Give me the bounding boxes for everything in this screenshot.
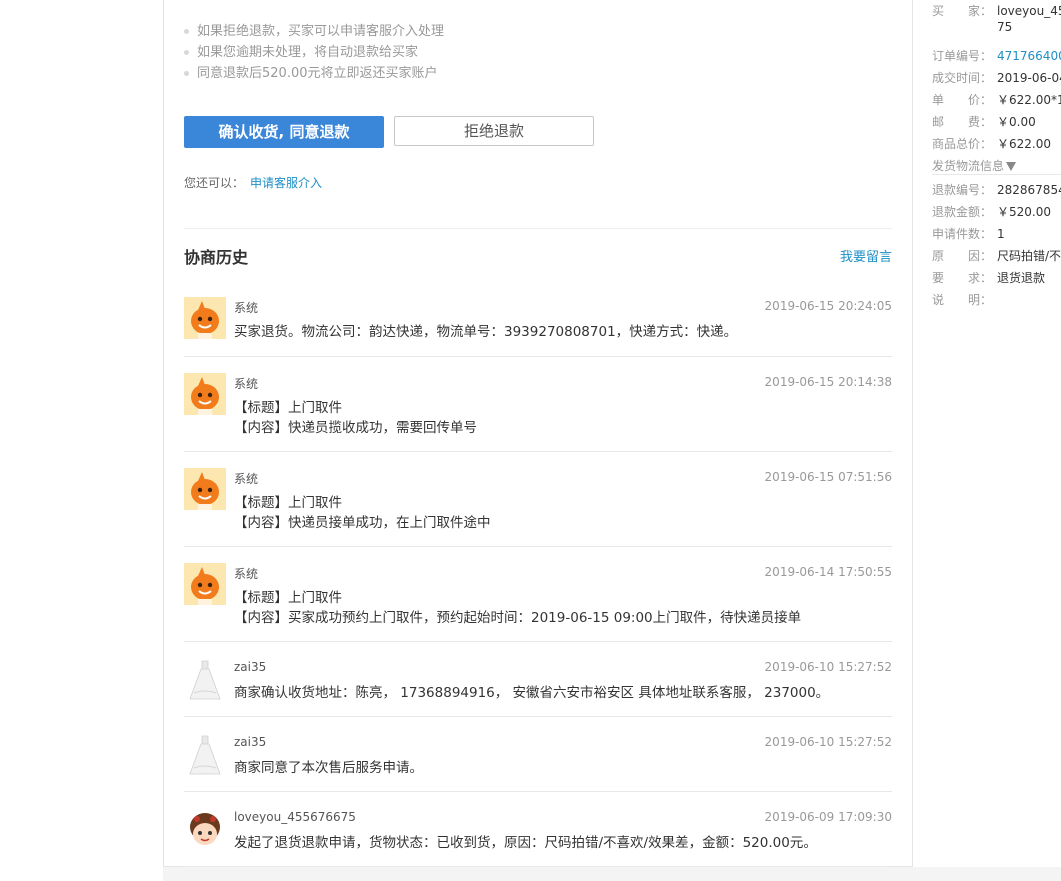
refund-tips-list: 如果拒绝退款，买家可以申请客服介入处理 如果您逾期未处理，将自动退款给买家 同意… [184, 21, 444, 84]
bullet-dot-icon [184, 50, 189, 55]
reject-refund-button[interactable]: 拒绝退款 [394, 116, 594, 146]
dress-avatar [184, 659, 226, 701]
tip-item: 如果拒绝退款，买家可以申请客服介入处理 [184, 21, 444, 42]
mascot-avatar [184, 373, 226, 415]
also-prefix: 您还可以： [184, 176, 245, 190]
buyer-value[interactable]: loveyou_45 [997, 4, 1061, 18]
record-author: zai35 [234, 660, 267, 674]
history-record: zai35 2019-06-10 15:27:52 商家同意了本次售后服务申请。 [184, 717, 892, 792]
buyer-row: 买 家： loveyou_45 [932, 2, 1061, 19]
section-divider [184, 228, 892, 229]
record-text: 商家确认收货地址：陈亮， 17368894916， 安徽省六安市裕安区 具体地址… [234, 685, 830, 701]
record-time: 2019-06-10 15:27:52 [764, 660, 892, 674]
record-time: 2019-06-09 17:09:30 [764, 810, 892, 824]
reason-row: 原 因： 尺码拍错/不 [932, 249, 1061, 263]
mascot-avatar [184, 297, 226, 339]
order-no-link[interactable]: 471766400 [997, 49, 1061, 63]
request-row: 要 求： 退货退款 [932, 271, 1046, 285]
record-text: 【标题】上门取件 [234, 590, 342, 606]
record-time: 2019-06-15 07:51:56 [764, 470, 892, 484]
record-text: 【内容】买家成功预约上门取件，预约起始时间：2019-06-15 09:00上门… [234, 610, 802, 626]
postage-row: 邮 费： ￥0.00 [932, 115, 1036, 129]
girl-avatar [184, 809, 226, 851]
unit-price-row: 单 价： ￥622.00*1 [932, 93, 1061, 107]
record-text: 买家退货。物流公司：韵达快递，物流单号：3939270808701，快递方式：快… [234, 324, 738, 340]
refund-no-row: 退款编号： 282867854 [932, 183, 1061, 197]
tip-item: 如果您逾期未处理，将自动退款给买家 [184, 42, 444, 63]
tip-item: 同意退款后520.00元将立即返还买家账户 [184, 63, 444, 84]
logistics-toggle[interactable]: 发货物流信息 [932, 157, 1017, 174]
history-record: 系统 2019-06-15 20:24:05 买家退货。物流公司：韵达快递，物流… [184, 281, 892, 357]
record-time: 2019-06-15 20:14:38 [764, 375, 892, 389]
count-row: 申请件数： 1 [932, 227, 1005, 241]
record-author: 系统 [234, 301, 259, 315]
apply-service-link[interactable]: 申请客服介入 [250, 176, 322, 190]
record-author: loveyou_455676675 [234, 810, 356, 824]
record-time: 2019-06-15 20:24:05 [764, 299, 892, 313]
record-text: 【内容】快递员接单成功，在上门取件途中 [234, 515, 491, 531]
record-text: 【内容】快递员揽收成功，需要回传单号 [234, 420, 477, 436]
history-record: zai35 2019-06-10 15:27:52 商家确认收货地址：陈亮， 1… [184, 642, 892, 717]
record-author: 系统 [234, 472, 259, 486]
record-text: 【标题】上门取件 [234, 495, 342, 511]
confirm-refund-button[interactable]: 确认收货, 同意退款 [184, 116, 384, 148]
buyer-row-cont: 75 [997, 20, 1013, 34]
sidebar-divider [932, 174, 1061, 175]
record-author: 系统 [234, 567, 259, 581]
record-text: 【标题】上门取件 [234, 400, 342, 416]
also-options: 您还可以： 申请客服介入 [184, 174, 322, 191]
bullet-dot-icon [184, 29, 189, 34]
history-record: loveyou_455676675 2019-06-09 17:09:30 发起… [184, 792, 892, 867]
refund-amount-row: 退款金额： ￥520.00 [932, 205, 1051, 219]
order-info-sidebar: 买 家： loveyou_45 75 订单编号： 471766400 成交时间： 20… [913, 0, 1061, 881]
record-time: 2019-06-14 17:50:55 [764, 565, 892, 579]
record-author: zai35 [234, 735, 267, 749]
bullet-dot-icon [184, 71, 189, 76]
history-record: 系统 2019-06-15 07:51:56 【标题】上门取件 【内容】快递员接… [184, 452, 892, 547]
record-author: 系统 [234, 377, 259, 391]
leave-message-link[interactable]: 我要留言 [840, 246, 892, 265]
note-row: 说 明： [932, 293, 993, 307]
order-no-row: 订单编号： 471766400 [932, 47, 1061, 64]
dress-avatar [184, 734, 226, 776]
total-row: 商品总价： ￥622.00 [932, 137, 1051, 151]
record-text: 商家同意了本次售后服务申请。 [234, 760, 423, 776]
history-title: 协商历史 [184, 248, 249, 267]
deal-time-row: 成交时间： 2019-06-04 [932, 71, 1061, 85]
history-record: 系统 2019-06-15 20:14:38 【标题】上门取件 【内容】快递员揽… [184, 357, 892, 452]
mascot-avatar [184, 563, 226, 605]
triangle-down-icon[interactable] [1006, 162, 1017, 171]
history-records: 系统 2019-06-15 20:24:05 买家退货。物流公司：韵达快递，物流… [184, 281, 892, 867]
history-record: 系统 2019-06-14 17:50:55 【标题】上门取件 【内容】买家成功… [184, 547, 892, 642]
refund-main-panel: 如果拒绝退款，买家可以申请客服介入处理 如果您逾期未处理，将自动退款给买家 同意… [163, 0, 913, 867]
mascot-avatar [184, 468, 226, 510]
record-text: 发起了退货退款申请，货物状态：已收到货，原因：尺码拍错/不喜欢/效果差，金额：5… [234, 835, 817, 851]
record-time: 2019-06-10 15:27:52 [764, 735, 892, 749]
